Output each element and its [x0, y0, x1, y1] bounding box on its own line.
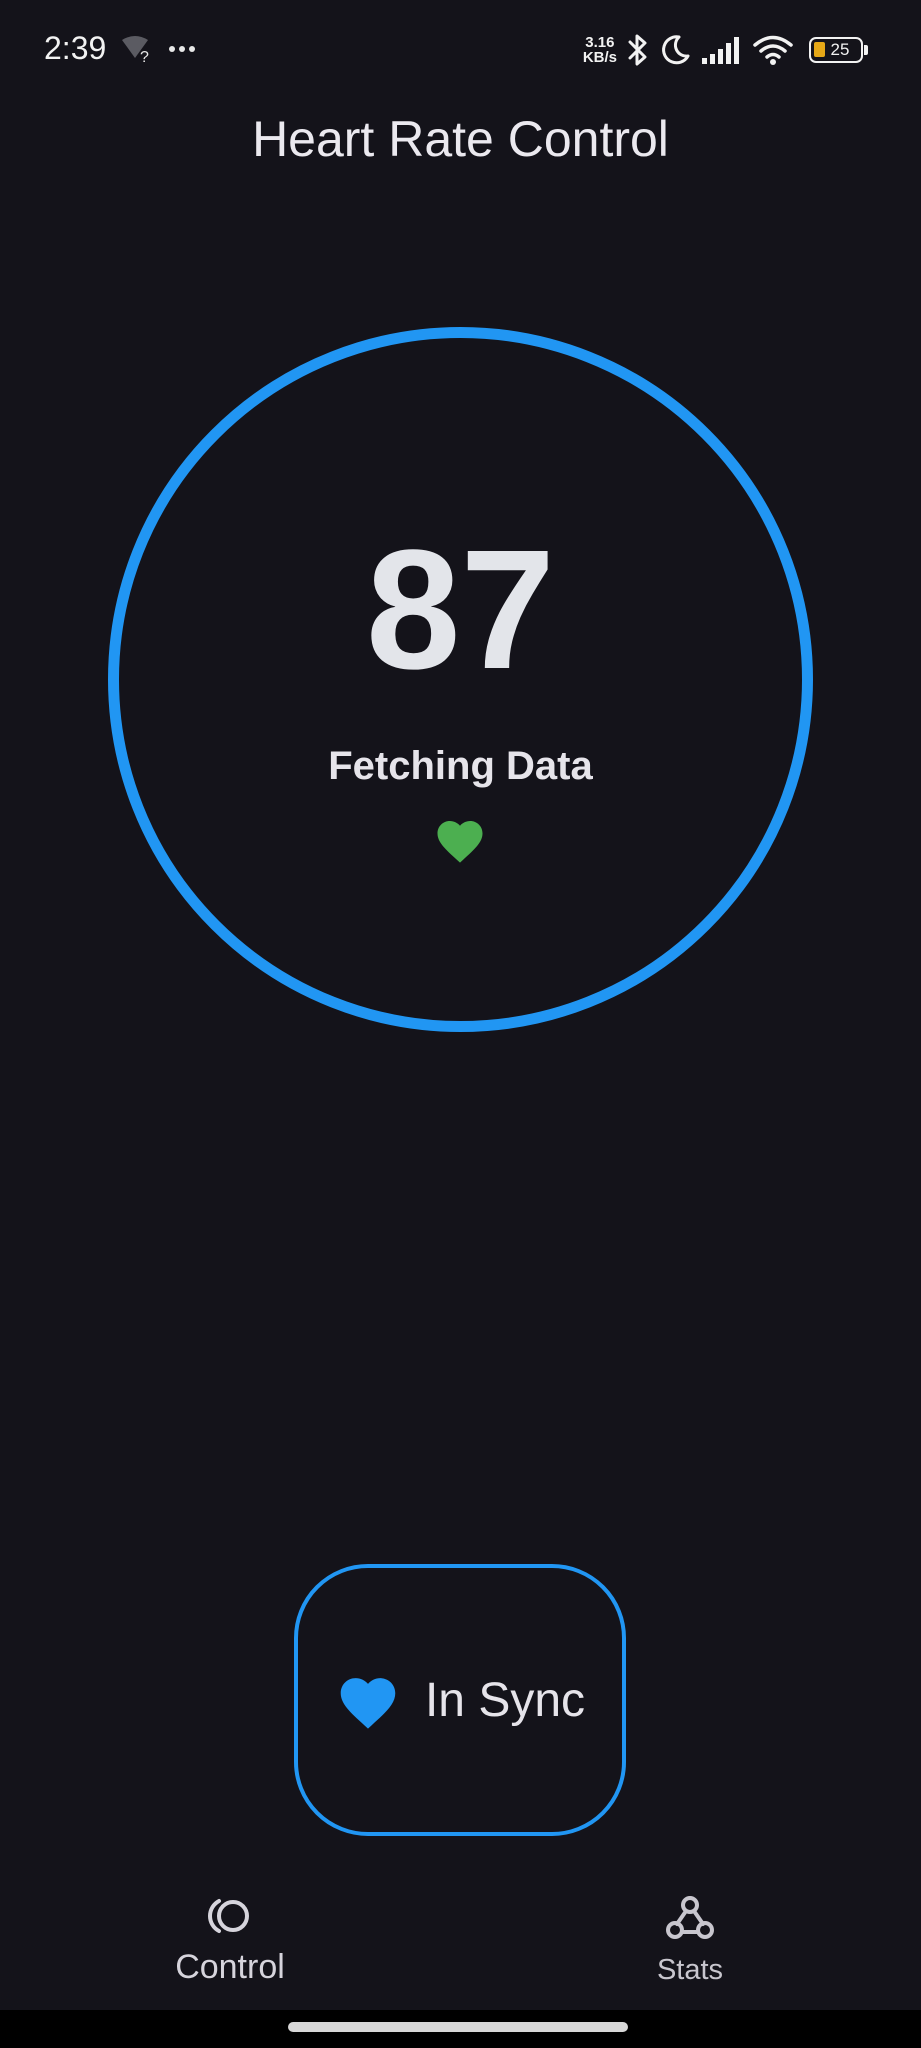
page-title: Heart Rate Control	[252, 111, 669, 167]
nav-label-control: Control	[175, 1948, 285, 1986]
network-speed: 3.16 KB/s	[583, 35, 617, 65]
heart-rate-value: 87	[365, 515, 556, 705]
wifi-icon	[753, 35, 793, 65]
fetch-status-label: Fetching Data	[328, 744, 593, 788]
gesture-area	[0, 2010, 921, 2048]
control-icon	[208, 1899, 249, 1933]
network-speed-unit: KB/s	[582, 49, 617, 66]
status-time: 2:39	[44, 30, 107, 66]
sync-button-label: In Sync	[424, 1673, 586, 1727]
nav-item-control[interactable]: Control	[130, 1880, 330, 2000]
moon-icon	[662, 35, 690, 65]
network-speed-value: 3.16	[585, 34, 615, 51]
status-right-icons: 3.16 KB/s 25	[583, 28, 868, 72]
home-gesture-handle[interactable]	[288, 2022, 628, 2032]
webhook-icon	[666, 1896, 714, 1939]
nav-label-stats: Stats	[656, 1954, 724, 1986]
battery-icon: 25	[809, 37, 868, 63]
wifi-unknown-icon: ?	[122, 36, 149, 64]
heart-icon	[340, 1678, 396, 1729]
nav-item-stats[interactable]: Stats	[590, 1880, 790, 2000]
signal-icon	[702, 37, 739, 64]
sync-button[interactable]: In Sync	[294, 1564, 626, 1836]
bluetooth-icon	[628, 34, 647, 66]
heart-icon	[437, 821, 483, 863]
svg-text:?: ?	[140, 49, 149, 64]
screen: 2:39 ? 3.16 KB/s 25 Heart Rate Control 8…	[0, 0, 921, 2048]
battery-level: 25	[830, 40, 850, 59]
status-left-icons: ?	[120, 32, 200, 68]
status-bar: 2:39 ? 3.16 KB/s 25	[0, 0, 921, 100]
more-dots-icon	[169, 46, 195, 52]
bottom-nav: Control Stats	[0, 1880, 921, 2010]
